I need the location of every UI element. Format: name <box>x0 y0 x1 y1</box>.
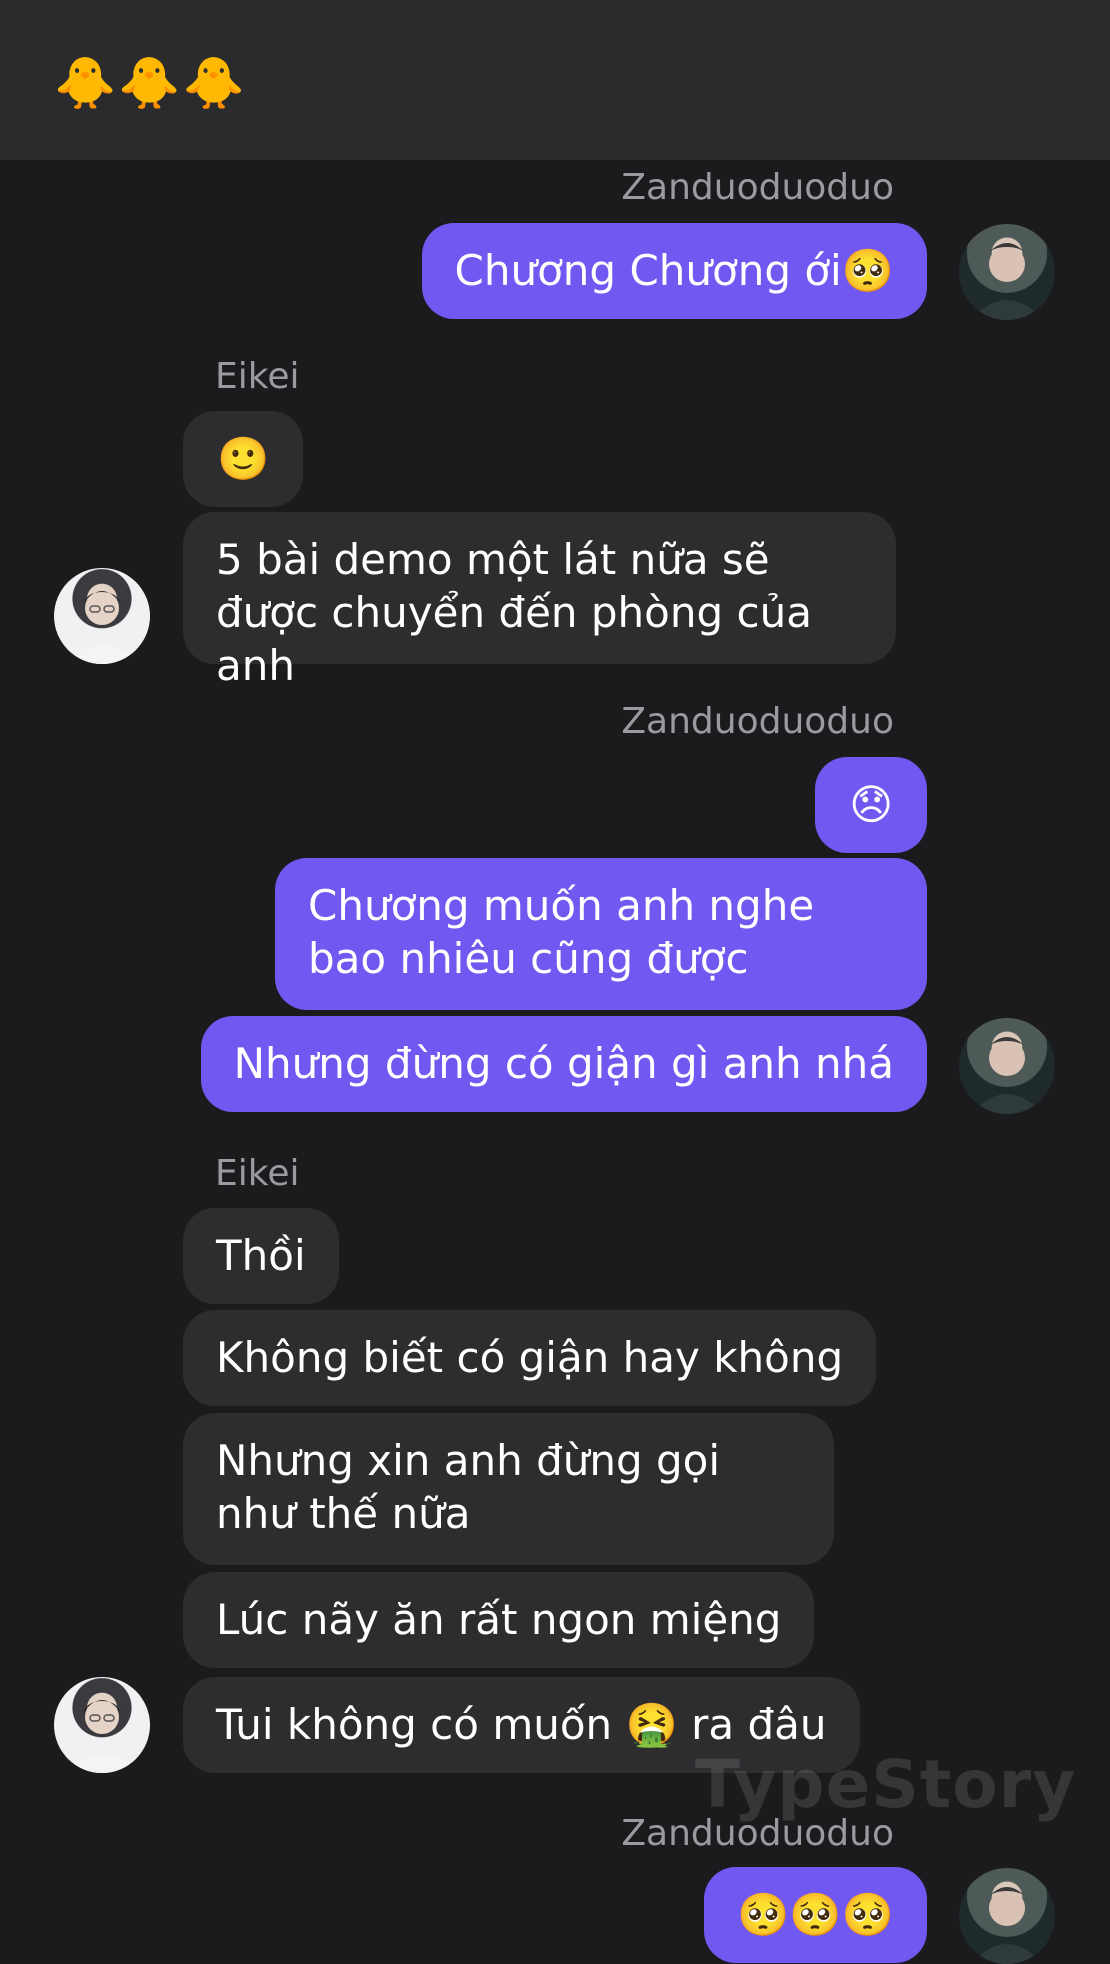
message-bubble-outgoing[interactable]: 😞 <box>815 757 927 853</box>
sender-name: Zanduoduoduo <box>621 167 894 208</box>
message-bubble-outgoing[interactable]: Chương muốn anh nghe bao nhiêu cũng được <box>275 858 927 1010</box>
sender-name: Eikei <box>215 356 300 397</box>
message-bubble-incoming[interactable]: 🙂 <box>183 411 304 507</box>
message-bubble-incoming[interactable]: Thồi <box>183 1208 339 1304</box>
avatar-right[interactable] <box>959 1868 1055 1964</box>
message-bubble-outgoing[interactable]: Nhưng đừng có giận gì anh nhá <box>200 1016 927 1112</box>
message-bubble-incoming[interactable]: 5 bài demo một lát nữa sẽ được chuyển đế… <box>183 512 896 690</box>
avatar-right[interactable] <box>959 1018 1055 1114</box>
message-bubble-incoming[interactable]: Không biết có giận hay không <box>183 1310 877 1406</box>
avatar-right[interactable] <box>959 224 1055 320</box>
sender-name: Zanduoduoduo <box>621 1813 894 1854</box>
chat-title: 🐥🐥🐥 <box>54 54 247 112</box>
avatar-left[interactable] <box>54 1677 150 1773</box>
avatar-left[interactable] <box>54 568 150 664</box>
message-bubble-incoming[interactable]: Nhưng xin anh đừng gọi như thế nữa <box>183 1413 834 1565</box>
message-bubble-incoming[interactable]: Lúc nãy ăn rất ngon miệng <box>183 1572 815 1668</box>
message-bubble-outgoing[interactable]: Chương Chương ới🥺 <box>421 223 927 319</box>
chat-header: 🐥🐥🐥 <box>0 0 1110 160</box>
sender-name: Zanduoduoduo <box>621 701 894 742</box>
sender-name: Eikei <box>215 1153 300 1194</box>
message-bubble-outgoing[interactable]: 🥺🥺🥺 <box>704 1867 927 1963</box>
